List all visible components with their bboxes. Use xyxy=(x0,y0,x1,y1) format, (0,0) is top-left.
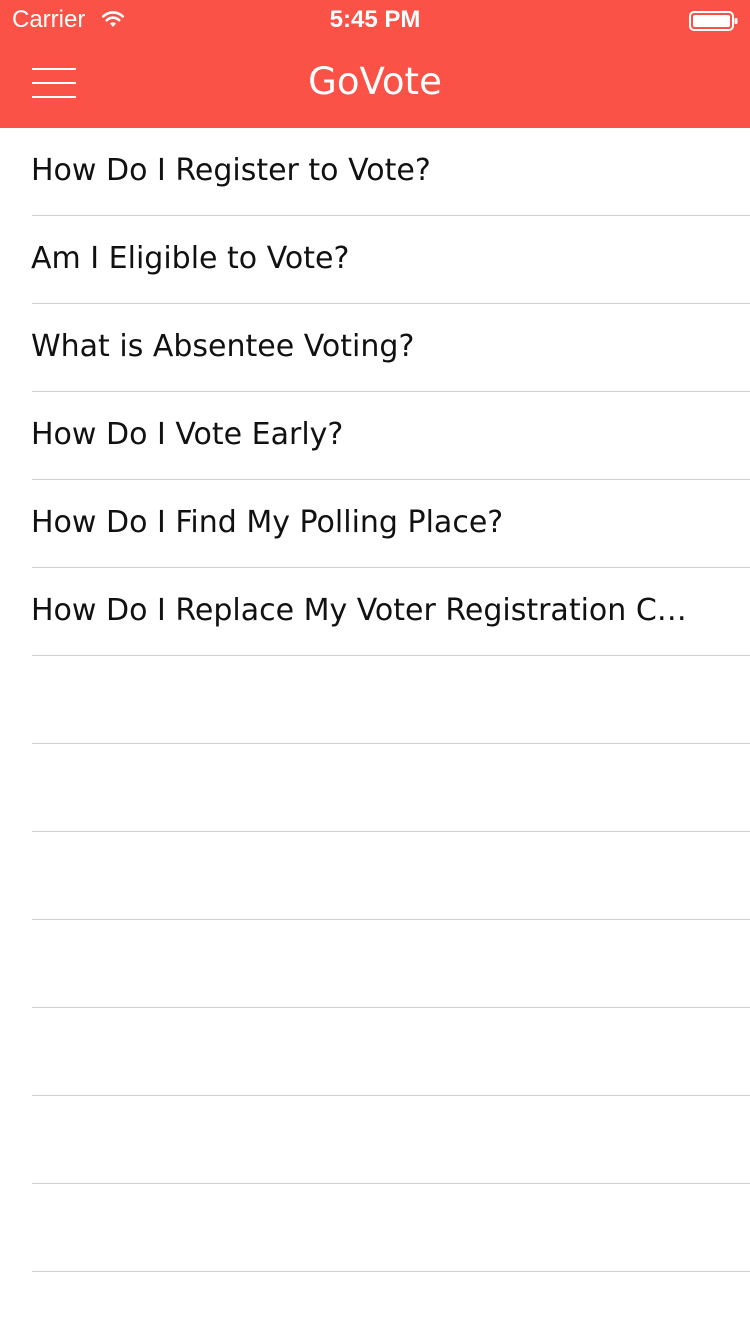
list-item[interactable]: How Do I Vote Early? xyxy=(0,392,750,480)
empty-row xyxy=(0,1008,750,1096)
list-item[interactable]: How Do I Find My Polling Place? xyxy=(0,480,750,568)
app-screen: Carrier 5:45 PM GoVote How Do I Register… xyxy=(0,0,750,1334)
list-item-label: How Do I Register to Vote? xyxy=(31,153,431,188)
list-item-label: How Do I Find My Polling Place? xyxy=(31,505,504,540)
empty-row xyxy=(0,920,750,1008)
list-item-label: Am I Eligible to Vote? xyxy=(31,241,350,276)
list-item[interactable]: How Do I Register to Vote? xyxy=(0,128,750,216)
list-item-label: What is Absentee Voting? xyxy=(31,329,415,364)
list-item[interactable]: Am I Eligible to Vote? xyxy=(0,216,750,304)
list-item[interactable]: How Do I Replace My Voter Registration C… xyxy=(0,568,750,656)
status-time: 5:45 PM xyxy=(329,6,421,33)
question-list: How Do I Register to Vote? Am I Eligible… xyxy=(0,128,750,1272)
empty-row xyxy=(0,744,750,832)
empty-row xyxy=(0,832,750,920)
page-title: GoVote xyxy=(308,60,442,103)
top-bar: Carrier 5:45 PM GoVote xyxy=(0,0,750,128)
empty-row xyxy=(0,1184,750,1272)
empty-row xyxy=(0,1096,750,1184)
list-item-label: How Do I Replace My Voter Registration C… xyxy=(31,593,687,628)
battery-icon xyxy=(689,11,738,31)
status-bar: Carrier 5:45 PM xyxy=(0,0,750,40)
empty-row xyxy=(0,656,750,744)
list-item-label: How Do I Vote Early? xyxy=(31,417,344,452)
navigation-bar: GoVote xyxy=(0,40,750,128)
list-item[interactable]: What is Absentee Voting? xyxy=(0,304,750,392)
